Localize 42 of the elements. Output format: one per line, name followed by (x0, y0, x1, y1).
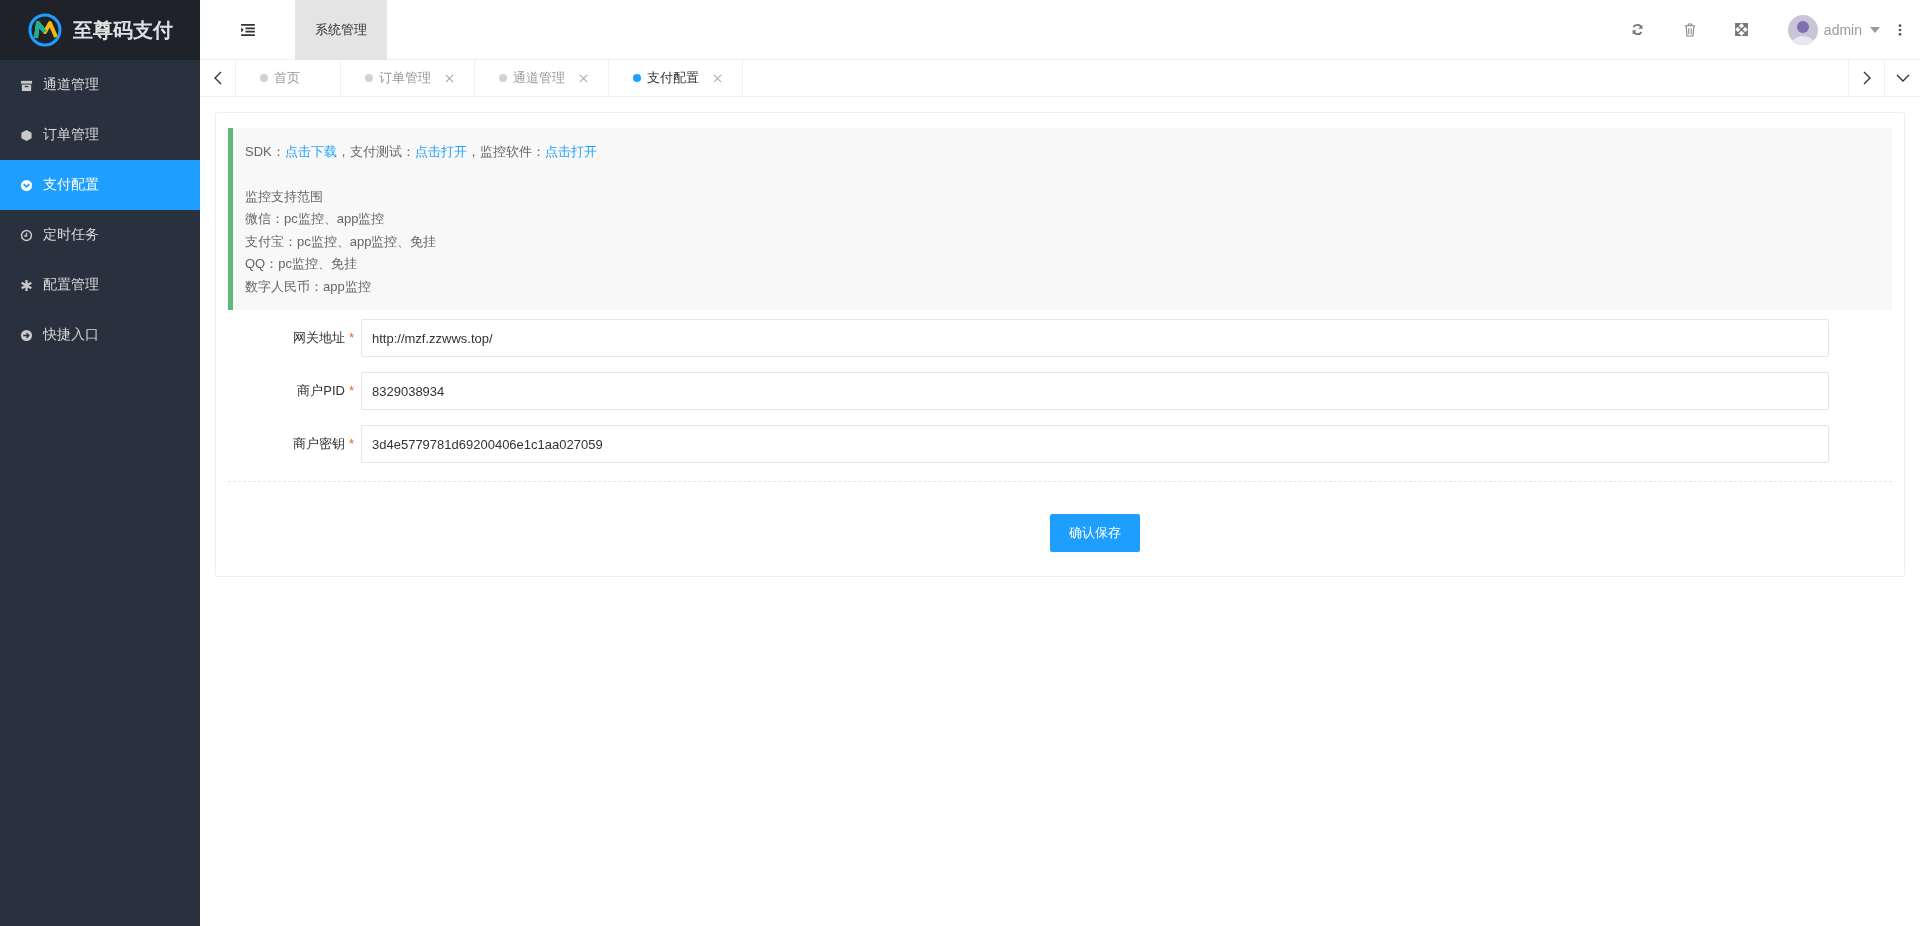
notice-text: 监控支持范围 (245, 187, 324, 206)
avatar-icon[interactable] (1787, 14, 1818, 45)
required-mark: * (348, 383, 354, 398)
sidebar-item[interactable]: 通道管理 (0, 60, 200, 110)
status-dot-icon (633, 74, 641, 82)
required-mark: * (348, 330, 354, 345)
clock-icon (20, 228, 33, 242)
chevron-left-icon[interactable] (213, 71, 222, 85)
arrow-circle-icon (20, 328, 33, 342)
close-icon[interactable] (445, 73, 454, 83)
chevron-right-icon[interactable] (1862, 71, 1871, 85)
status-dot-icon (499, 74, 507, 82)
notice-text: 数字人民币：app监控 (245, 277, 372, 296)
caret-icon[interactable] (1870, 26, 1880, 33)
sidebar-item[interactable]: 订单管理 (0, 110, 200, 160)
field-label: 网关地址 (292, 330, 345, 345)
status-dot-icon (365, 74, 373, 82)
input-field[interactable]: 3d4e5779781d69200406e1c1aa027059 (361, 425, 1829, 463)
field-label: 商户密钥 (292, 436, 345, 451)
chevron-circle-icon (20, 178, 33, 192)
close-icon[interactable] (713, 73, 722, 83)
sidebar-item[interactable]: 快捷入口 (0, 310, 200, 360)
cube-icon (20, 128, 33, 142)
status-dot-icon (260, 74, 268, 82)
input-field[interactable]: http://mzf.zzwws.top/ (361, 319, 1829, 357)
field-label: 商户PID (297, 383, 345, 398)
download-links-text: SDK：点击下载，支付测试：点击打开，监控软件：点击打开 (245, 143, 598, 161)
notice-text: QQ：pc监控、免挂 (245, 255, 358, 273)
archive-icon (20, 78, 33, 92)
page-tab[interactable]: 支付配置 (609, 60, 743, 96)
app-title: 至尊码支付 (73, 17, 173, 43)
nav-tab[interactable]: 系统管理 (295, 0, 387, 60)
notice-text: 支付宝：pc监控、app监控、免挂 (245, 232, 438, 251)
chevron-down-icon[interactable] (1895, 74, 1910, 82)
asterisk-icon (20, 278, 33, 292)
sidebar-item[interactable]: 配置管理 (0, 260, 200, 310)
sidebar-item[interactable]: 定时任务 (0, 210, 200, 260)
logo-icon (27, 12, 63, 48)
notice-text: 微信：pc监控、app监控 (245, 210, 386, 228)
required-mark: * (348, 436, 354, 451)
input-field[interactable]: 8329038934 (361, 372, 1829, 410)
close-icon[interactable] (579, 73, 588, 83)
